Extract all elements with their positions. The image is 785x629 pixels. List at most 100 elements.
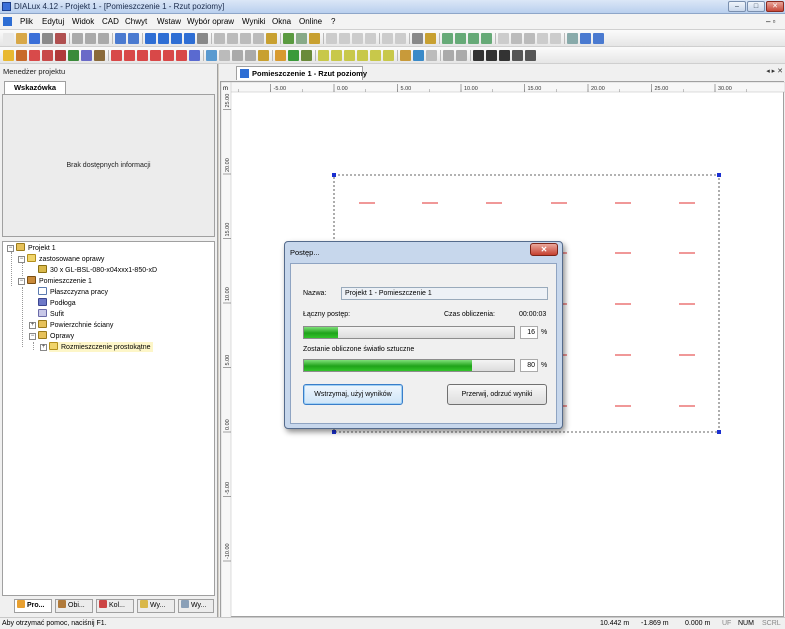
tab-hint[interactable]: Wskazówka bbox=[4, 81, 66, 94]
toolbar-tool-icon[interactable] bbox=[537, 33, 548, 44]
toolbar-tool-icon[interactable] bbox=[525, 50, 536, 61]
toolbar-tool-icon[interactable] bbox=[94, 50, 105, 61]
toolbar-tool-icon[interactable] bbox=[55, 50, 66, 61]
menu-chwyt[interactable]: Chwyt bbox=[125, 17, 147, 26]
toolbar-tool-icon[interactable] bbox=[331, 50, 342, 61]
toolbar-tool-icon[interactable] bbox=[309, 33, 320, 44]
tree-node-project[interactable]: Projekt 1 bbox=[16, 243, 56, 253]
toolbar-tool-icon[interactable] bbox=[283, 33, 294, 44]
toolbar-tool-icon[interactable] bbox=[473, 50, 484, 61]
toolbar-tool-icon[interactable] bbox=[318, 50, 329, 61]
toolbar-tool-icon[interactable] bbox=[512, 50, 523, 61]
tab-output[interactable]: Wy... bbox=[178, 599, 214, 613]
toolbar-tool-icon[interactable] bbox=[184, 33, 195, 44]
toolbar-tool-icon[interactable] bbox=[42, 50, 53, 61]
toolbar-tool-icon[interactable] bbox=[81, 50, 92, 61]
toolbar-tool-icon[interactable] bbox=[206, 50, 217, 61]
toolbar-tool-icon[interactable] bbox=[176, 50, 187, 61]
toolbar-tool-icon[interactable] bbox=[383, 50, 394, 61]
toolbar-tool-icon[interactable] bbox=[197, 33, 208, 44]
toolbar-tool-icon[interactable] bbox=[395, 33, 406, 44]
toolbar-tool-icon[interactable] bbox=[442, 33, 453, 44]
tree-node-layout[interactable]: Rozmieszczenie prostokątne bbox=[49, 342, 153, 352]
toolbar-tool-icon[interactable] bbox=[16, 33, 27, 44]
tab-project[interactable]: Pro... bbox=[14, 599, 52, 613]
toolbar-tool-icon[interactable] bbox=[111, 50, 122, 61]
toolbar-tool-icon[interactable] bbox=[486, 50, 497, 61]
toolbar-tool-icon[interactable] bbox=[29, 50, 40, 61]
toolbar-tool-icon[interactable] bbox=[227, 33, 238, 44]
toolbar-tool-icon[interactable] bbox=[425, 33, 436, 44]
expander-used-luminaires[interactable]: − bbox=[18, 256, 25, 263]
toolbar-tool-icon[interactable] bbox=[593, 33, 604, 44]
toolbar-tool-icon[interactable] bbox=[163, 50, 174, 61]
toolbar-tool-icon[interactable] bbox=[498, 33, 509, 44]
menu-okna[interactable]: Okna bbox=[272, 17, 291, 26]
menu-help[interactable]: ? bbox=[331, 17, 335, 26]
toolbar-tool-icon[interactable] bbox=[296, 33, 307, 44]
tab-nav-arrows[interactable]: ◂ ▸ ✕ bbox=[766, 67, 783, 75]
toolbar-tool-icon[interactable] bbox=[16, 50, 27, 61]
toolbar-tool-icon[interactable] bbox=[171, 33, 182, 44]
toolbar-tool-icon[interactable] bbox=[115, 33, 126, 44]
toolbar-tool-icon[interactable] bbox=[382, 33, 393, 44]
expander-project[interactable]: − bbox=[7, 245, 14, 252]
dialog-close-button[interactable]: ✕ bbox=[530, 243, 558, 256]
toolbar-tool-icon[interactable] bbox=[580, 33, 591, 44]
tree-node-used-luminaires[interactable]: zastosowane oprawy bbox=[27, 254, 104, 264]
abort-discard-results-button[interactable]: Przerwij, odrzuć wyniki bbox=[447, 384, 547, 405]
tab-floor-plan[interactable]: Pomieszczenie 1 - Rzut poziomy bbox=[236, 66, 367, 80]
toolbar-tool-icon[interactable] bbox=[158, 33, 169, 44]
menu-cad[interactable]: CAD bbox=[102, 17, 119, 26]
toolbar-tool-icon[interactable] bbox=[326, 33, 337, 44]
toolbar-tool-icon[interactable] bbox=[339, 33, 350, 44]
toolbar-tool-icon[interactable] bbox=[481, 33, 492, 44]
toolbar-tool-icon[interactable] bbox=[275, 50, 286, 61]
toolbar-tool-icon[interactable] bbox=[344, 50, 355, 61]
menu-edytuj[interactable]: Edytuj bbox=[42, 17, 64, 26]
tree-node-ceiling[interactable]: Sufit bbox=[38, 309, 64, 319]
toolbar-tool-icon[interactable] bbox=[189, 50, 200, 61]
toolbar-tool-icon[interactable] bbox=[468, 33, 479, 44]
expander-walls[interactable]: + bbox=[29, 322, 36, 329]
toolbar-tool-icon[interactable] bbox=[412, 33, 423, 44]
toolbar-tool-icon[interactable] bbox=[245, 50, 256, 61]
menu-plik[interactable]: Plik bbox=[20, 17, 33, 26]
toolbar-tool-icon[interactable] bbox=[98, 33, 109, 44]
maximize-button[interactable]: □ bbox=[747, 1, 765, 12]
toolbar-tool-icon[interactable] bbox=[68, 50, 79, 61]
expander-layout[interactable]: + bbox=[40, 344, 47, 351]
toolbar-tool-icon[interactable] bbox=[413, 50, 424, 61]
tree-node-work-plane[interactable]: Płaszczyzna pracy bbox=[38, 287, 108, 297]
tree-node-room[interactable]: Pomieszczenie 1 bbox=[27, 276, 92, 286]
tab-objects[interactable]: Obi... bbox=[55, 599, 93, 613]
stop-use-results-button[interactable]: Wstrzymaj, użyj wyników bbox=[303, 384, 403, 405]
toolbar-tool-icon[interactable] bbox=[128, 33, 139, 44]
toolbar-tool-icon[interactable] bbox=[288, 50, 299, 61]
expander-room[interactable]: − bbox=[18, 278, 25, 285]
toolbar-tool-icon[interactable] bbox=[42, 33, 53, 44]
toolbar-tool-icon[interactable] bbox=[253, 33, 264, 44]
toolbar-tool-icon[interactable] bbox=[3, 50, 14, 61]
toolbar-tool-icon[interactable] bbox=[124, 50, 135, 61]
menu-wybor-opraw[interactable]: Wybór opraw bbox=[187, 17, 234, 26]
toolbar-tool-icon[interactable] bbox=[301, 50, 312, 61]
toolbar-tool-icon[interactable] bbox=[219, 50, 230, 61]
doc-icon[interactable] bbox=[3, 17, 12, 26]
mdi-controls[interactable]: – ▫ bbox=[766, 17, 776, 26]
toolbar-tool-icon[interactable] bbox=[137, 50, 148, 61]
toolbar-tool-icon[interactable] bbox=[72, 33, 83, 44]
toolbar-tool-icon[interactable] bbox=[499, 50, 510, 61]
menu-widok[interactable]: Widok bbox=[72, 17, 94, 26]
toolbar-tool-icon[interactable] bbox=[455, 33, 466, 44]
toolbar-tool-icon[interactable] bbox=[511, 33, 522, 44]
toolbar-tool-icon[interactable] bbox=[266, 33, 277, 44]
toolbar-tool-icon[interactable] bbox=[3, 33, 14, 44]
menu-online[interactable]: Online bbox=[299, 17, 322, 26]
toolbar-tool-icon[interactable] bbox=[524, 33, 535, 44]
toolbar-tool-icon[interactable] bbox=[214, 33, 225, 44]
toolbar-tool-icon[interactable] bbox=[240, 33, 251, 44]
minimize-button[interactable]: – bbox=[728, 1, 746, 12]
tab-luminaire-selection[interactable]: Wy... bbox=[137, 599, 175, 613]
menu-wyniki[interactable]: Wyniki bbox=[242, 17, 265, 26]
